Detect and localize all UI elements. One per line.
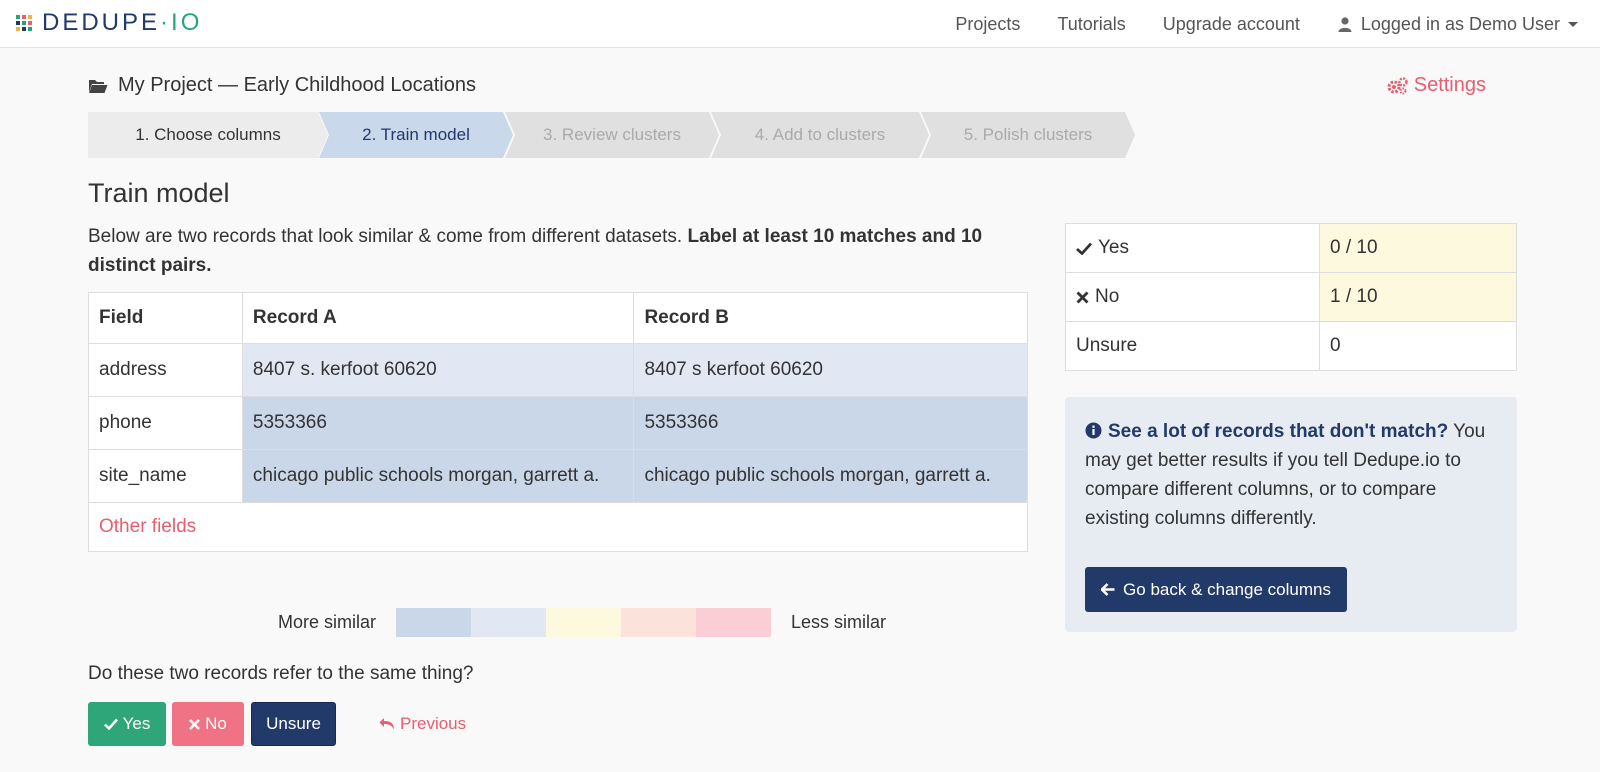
- other-fields-link[interactable]: Other fields: [99, 516, 196, 537]
- project-title: My Project — Early Childhood Locations: [88, 74, 476, 97]
- step-train-model[interactable]: 2. Train model: [319, 112, 513, 158]
- previous-button[interactable]: Previous: [379, 714, 466, 734]
- record-b-value: 5353366: [633, 396, 1028, 450]
- field-name: address: [88, 343, 243, 397]
- stat-value: 0: [1319, 321, 1517, 371]
- similarity-legend: More similar Less similar: [278, 608, 886, 637]
- nav-upgrade-link[interactable]: Upgrade account: [1163, 14, 1300, 35]
- gears-icon: [1387, 76, 1408, 94]
- stat-label: Yes: [1098, 237, 1129, 258]
- table-row: Other fields: [88, 502, 1028, 552]
- page-title: Train model: [88, 178, 230, 208]
- step-add-to-clusters[interactable]: 4. Add to clusters: [711, 112, 929, 158]
- logo-text: DEDUPE·IO: [42, 9, 203, 36]
- stats-row: Unsure 0: [1065, 321, 1517, 371]
- question-text: Do these two records refer to the same t…: [88, 663, 474, 684]
- legend-swatch: [471, 608, 547, 637]
- record-a-value: 5353366: [241, 396, 635, 450]
- arrow-left-icon: [1101, 583, 1115, 596]
- field-name: site_name: [88, 449, 243, 503]
- user-menu[interactable]: Logged in as Demo User: [1337, 14, 1578, 35]
- stat-value: 1 / 10: [1319, 272, 1517, 322]
- stat-value: 0 / 10: [1319, 223, 1517, 273]
- legend-less-label: Less similar: [791, 612, 887, 632]
- info-circle-icon: [1085, 422, 1102, 439]
- stat-label: No: [1095, 286, 1120, 307]
- navbar: DEDUPE·IO Projects Tutorials Upgrade acc…: [0, 0, 1600, 48]
- step-polish-clusters[interactable]: 5. Polish clusters: [921, 112, 1135, 158]
- nav-tutorials-link[interactable]: Tutorials: [1057, 14, 1125, 35]
- nav-projects-link[interactable]: Projects: [955, 14, 1020, 35]
- unsure-button[interactable]: Unsure: [251, 702, 336, 746]
- table-row: site_name chicago public schools morgan,…: [88, 449, 1028, 503]
- field-name: phone: [88, 396, 243, 450]
- times-icon: [189, 718, 201, 730]
- legend-swatches: [396, 608, 772, 637]
- legend-more-label: More similar: [278, 612, 377, 632]
- header-record-b: Record B: [633, 292, 1028, 344]
- stats-row: No 1 / 10: [1065, 272, 1517, 322]
- record-a-value: chicago public schools morgan, garrett a…: [241, 449, 635, 503]
- undo-arrow-icon: [379, 718, 394, 730]
- legend-swatch: [396, 608, 472, 637]
- stats-row: Yes 0 / 10: [1065, 223, 1517, 273]
- label-stats-table: Yes 0 / 10 No 1 / 10 Unsure 0: [1065, 223, 1517, 371]
- info-bold: See a lot of records that don't match?: [1108, 421, 1449, 442]
- user-icon: [1338, 17, 1352, 32]
- folder-open-icon: [89, 79, 108, 93]
- record-compare-table: Field Record A Record B address 8407 s. …: [88, 292, 1028, 552]
- record-b-value: chicago public schools morgan, garrett a…: [633, 449, 1028, 503]
- yes-button[interactable]: Yes: [88, 702, 166, 746]
- info-text: See a lot of records that don't match? Y…: [1085, 421, 1486, 529]
- intro-text: Below are two records that look similar …: [88, 226, 983, 276]
- chevron-down-icon: [1568, 21, 1578, 27]
- header-field: Field: [88, 292, 243, 344]
- record-b-value: 8407 s kerfoot 60620: [633, 343, 1028, 397]
- no-button[interactable]: No: [172, 702, 244, 746]
- logo-dots-icon: [16, 15, 32, 31]
- step-choose-columns[interactable]: 1. Choose columns: [88, 112, 328, 158]
- stat-label: Unsure: [1065, 321, 1320, 371]
- table-header-row: Field Record A Record B: [88, 292, 1028, 344]
- step-review-clusters[interactable]: 3. Review clusters: [505, 112, 719, 158]
- header-record-a: Record A: [241, 292, 635, 344]
- table-row: phone 5353366 5353366: [88, 396, 1028, 450]
- settings-link[interactable]: Settings: [1387, 74, 1486, 97]
- check-icon: [1076, 242, 1092, 255]
- check-icon: [103, 718, 118, 730]
- info-box: See a lot of records that don't match? Y…: [1065, 397, 1517, 632]
- legend-swatch: [696, 608, 772, 637]
- go-back-change-columns-button[interactable]: Go back & change columns: [1085, 567, 1347, 612]
- times-icon: [1076, 291, 1089, 303]
- table-row: address 8407 s. kerfoot 60620 8407 s ker…: [88, 343, 1028, 397]
- record-a-value: 8407 s. kerfoot 60620: [241, 343, 635, 397]
- legend-swatch: [546, 608, 622, 637]
- user-label: Logged in as Demo User: [1360, 13, 1560, 34]
- nav-links: Projects Tutorials Upgrade account Logge…: [955, 0, 1600, 48]
- logo[interactable]: DEDUPE·IO: [16, 10, 202, 36]
- legend-swatch: [621, 608, 697, 637]
